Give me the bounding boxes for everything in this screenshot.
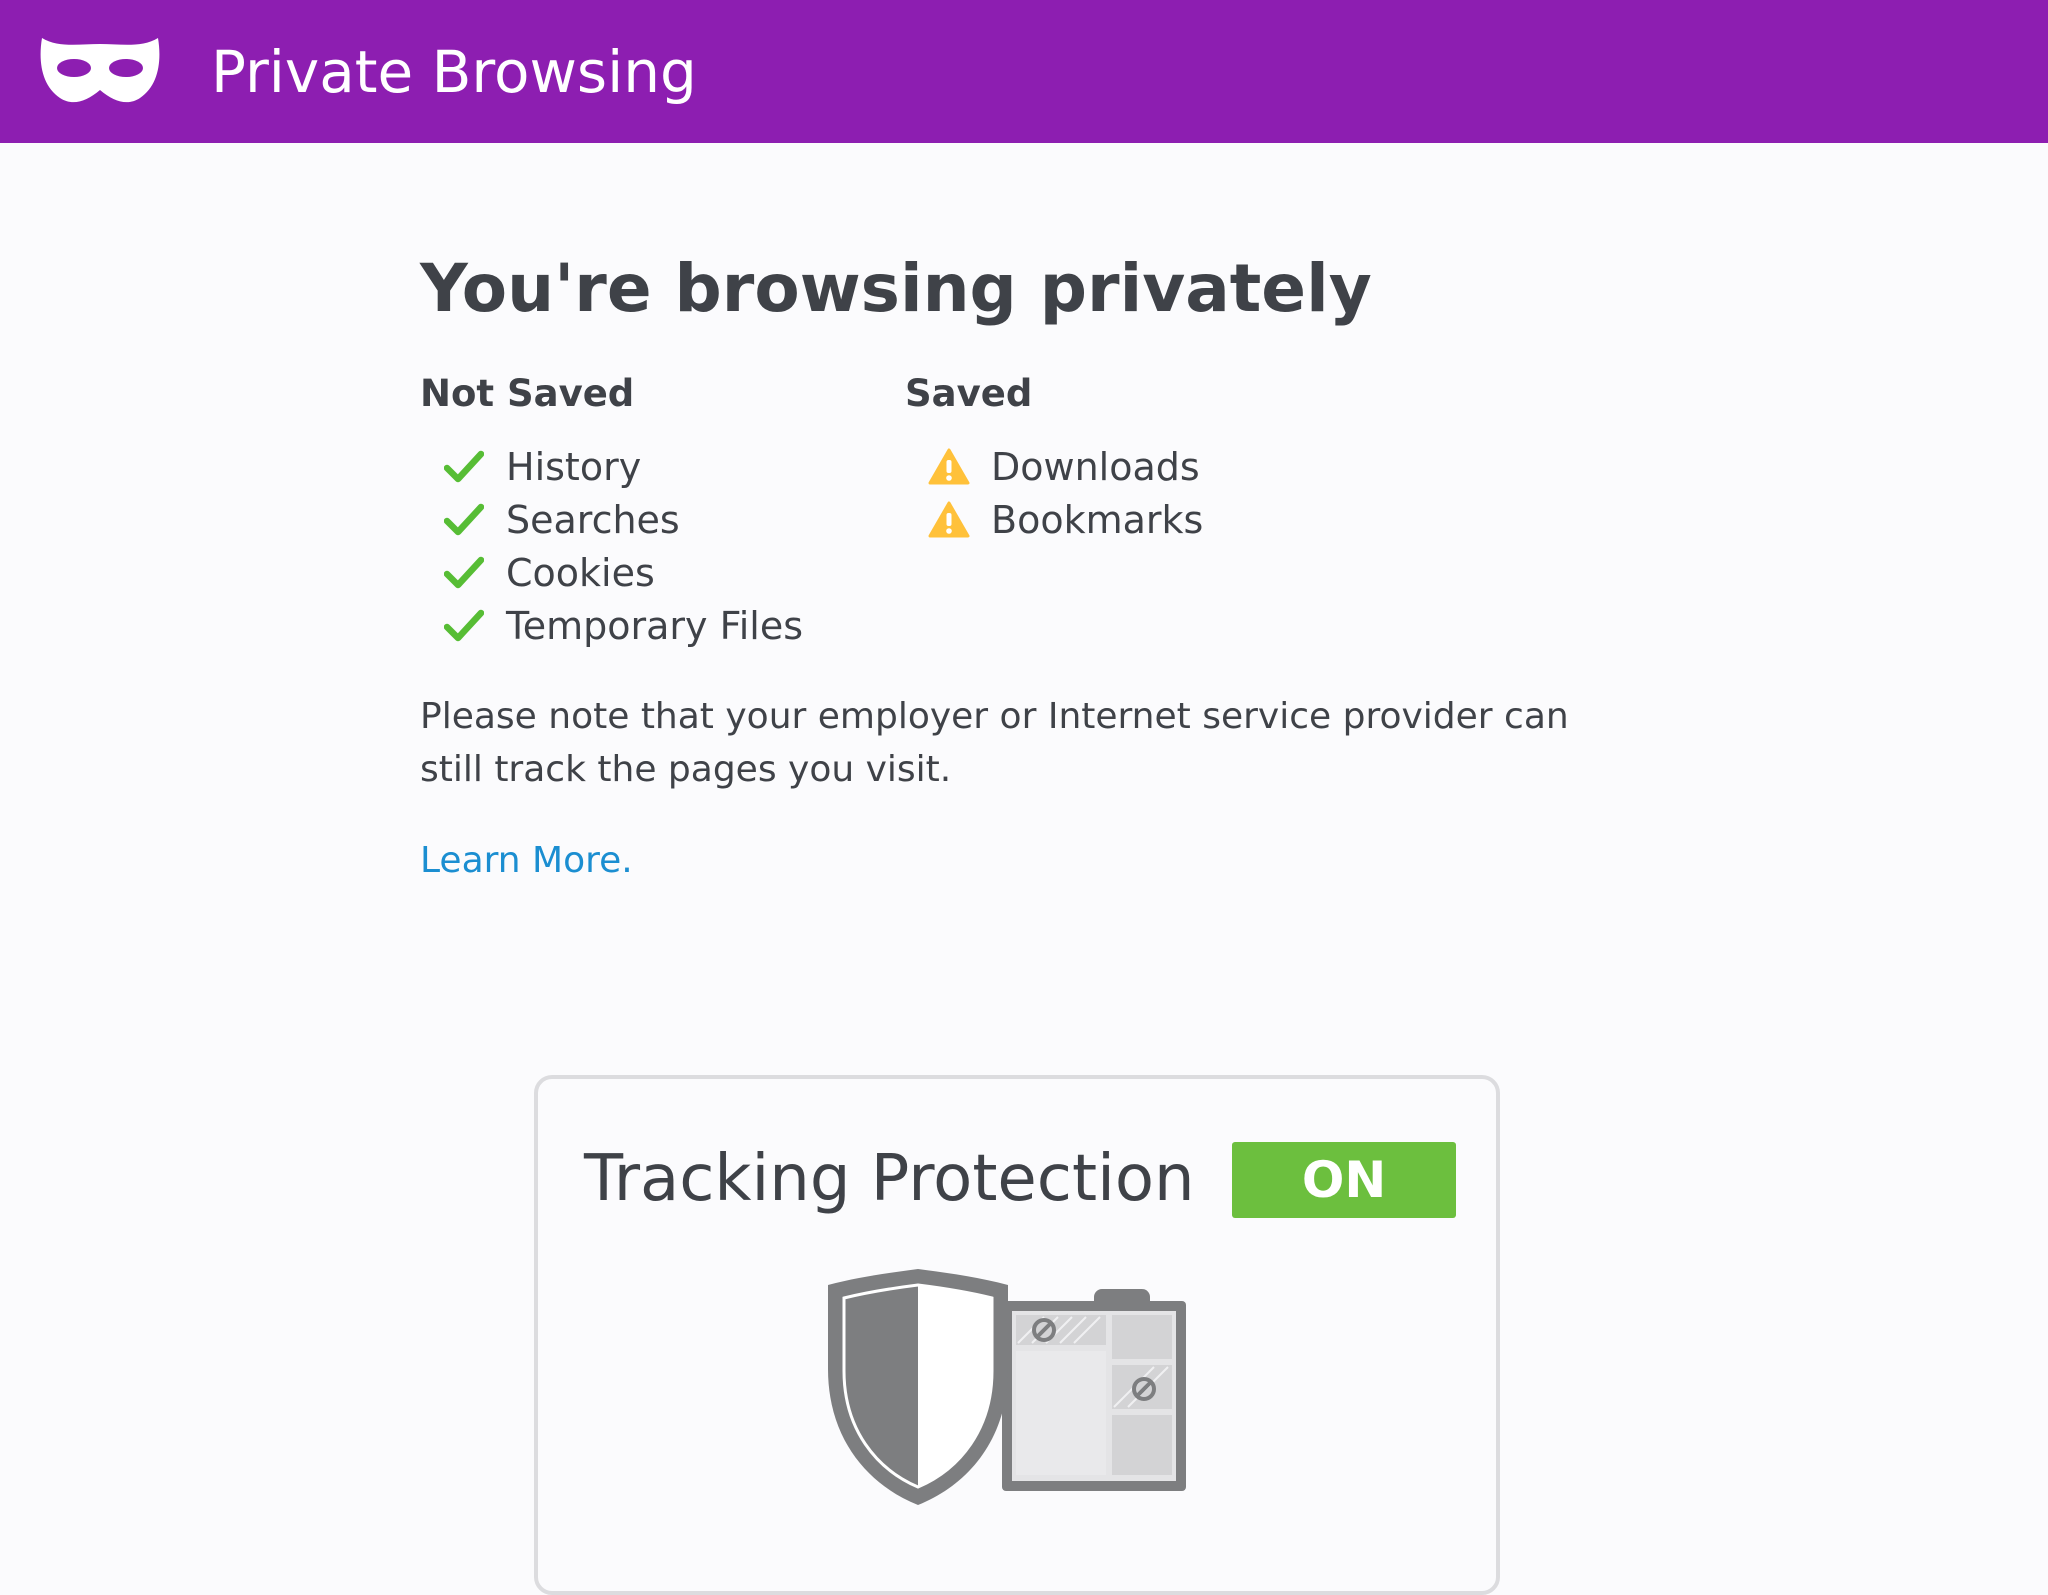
checkmark-icon: [442, 553, 486, 593]
not-saved-column: Not Saved History Searches Cookies Tempo…: [420, 370, 803, 652]
mask-icon: [40, 38, 160, 103]
shield-icon: [828, 1269, 1186, 1505]
not-saved-item-label: History: [506, 444, 642, 489]
not-saved-item-label: Cookies: [506, 550, 655, 595]
tracking-protection-title: Tracking Protection: [584, 1142, 1195, 1216]
header-title: Private Browsing: [211, 38, 697, 106]
tracking-protection-toggle[interactable]: ON: [1232, 1142, 1456, 1218]
private-browsing-content: You're browsing privately Not Saved Hist…: [420, 248, 1640, 881]
list-item: Searches: [420, 493, 803, 546]
not-saved-item-label: Searches: [506, 497, 680, 542]
list-item: Downloads: [905, 440, 1203, 493]
checkmark-icon: [442, 606, 486, 646]
list-item: Bookmarks: [905, 493, 1203, 546]
checkmark-icon: [442, 447, 486, 487]
not-saved-heading: Not Saved: [420, 372, 635, 415]
list-item: Cookies: [420, 546, 803, 599]
private-browsing-header: Private Browsing: [0, 0, 2048, 143]
list-item: Temporary Files: [420, 599, 803, 652]
saved-column: Saved Downloads Bookmarks: [905, 370, 1203, 546]
tracking-protection-card: Tracking Protection ON: [534, 1075, 1500, 1595]
saved-item-label: Bookmarks: [991, 497, 1204, 542]
list-item: History: [420, 440, 803, 493]
saved-heading: Saved: [905, 372, 1033, 415]
not-saved-item-label: Temporary Files: [506, 603, 804, 648]
learn-more-link[interactable]: Learn More.: [420, 836, 633, 886]
saved-status-columns: Not Saved History Searches Cookies Tempo…: [420, 370, 1640, 670]
warning-icon: [927, 500, 971, 540]
warning-icon: [927, 447, 971, 487]
checkmark-icon: [442, 500, 486, 540]
privacy-note: Please note that your employer or Intern…: [420, 696, 1569, 790]
page-headline: You're browsing privately: [420, 250, 1372, 327]
saved-item-label: Downloads: [991, 444, 1200, 489]
